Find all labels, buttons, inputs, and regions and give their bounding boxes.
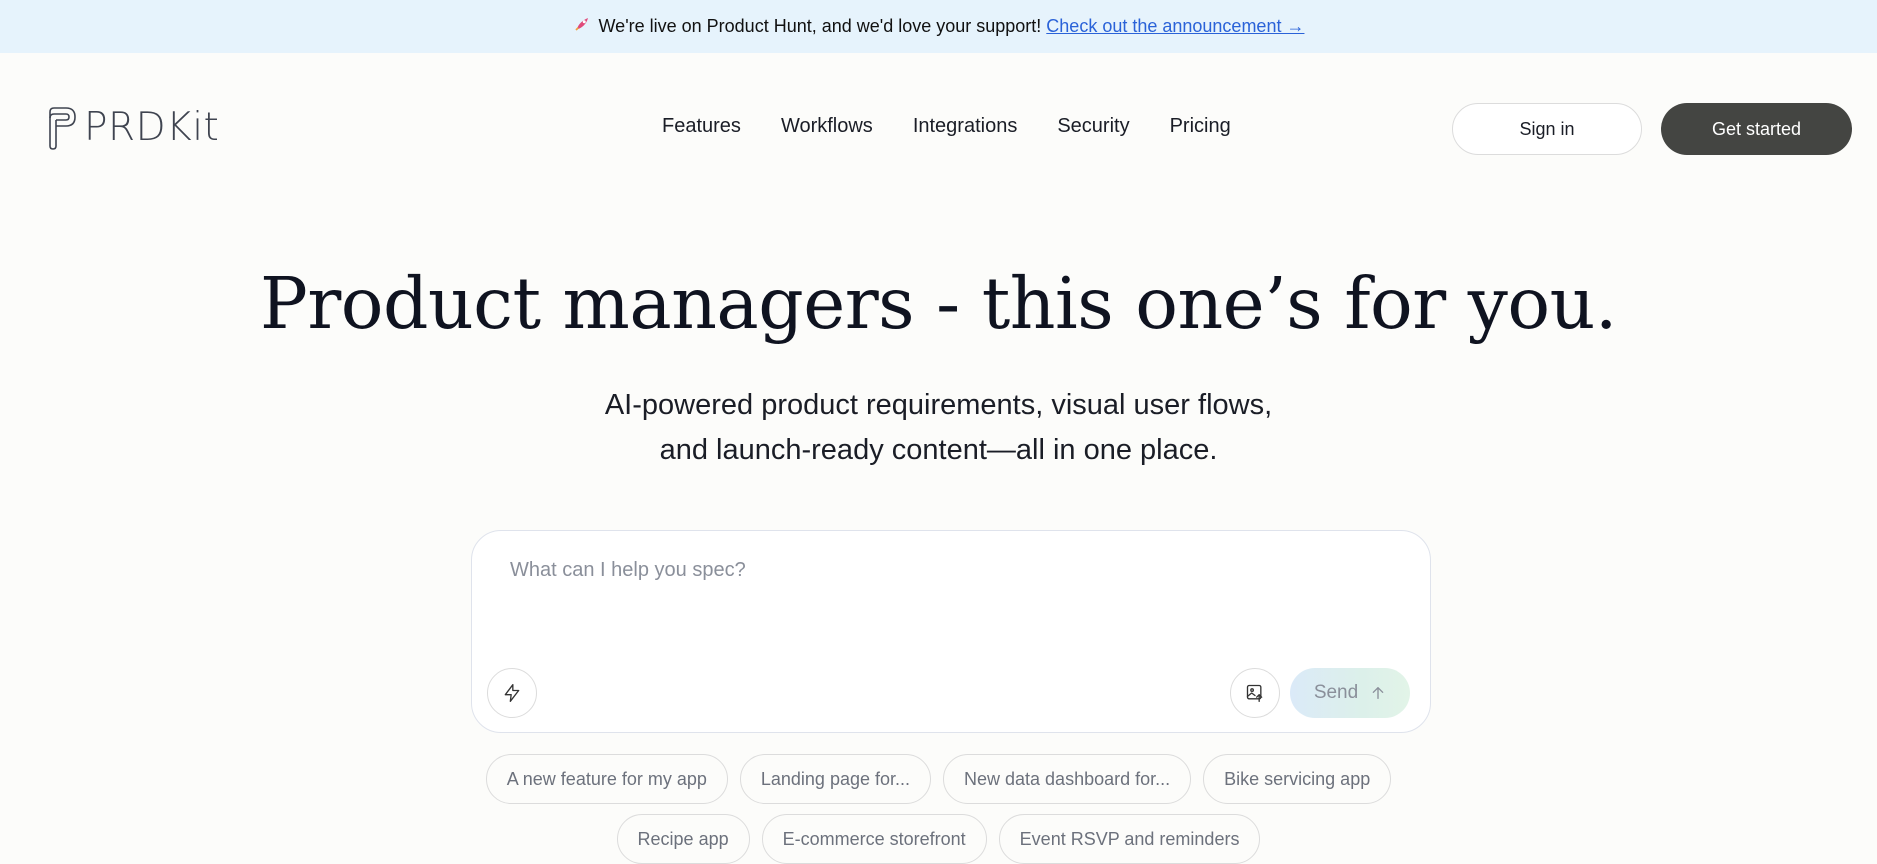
nav-link-workflows[interactable]: Workflows <box>781 115 873 138</box>
top-nav: PRDKit Features Workflows Integrations S… <box>0 53 1877 203</box>
send-button[interactable]: Send <box>1290 668 1410 718</box>
suggestion-chip[interactable]: A new feature for my app <box>485 754 728 804</box>
nav-link-pricing[interactable]: Pricing <box>1170 115 1231 138</box>
hero-subtitle-line-1: AI-powered product requirements, visual … <box>604 389 1273 421</box>
hero-subtitle: AI-powered product requirements, visual … <box>0 383 1877 473</box>
lightning-icon <box>504 684 520 702</box>
announcement-banner: We're live on Product Hunt, and we'd lov… <box>0 0 1877 53</box>
hero-title: Product managers - this one’s for you. <box>260 262 1617 345</box>
rocket-icon <box>573 15 591 38</box>
logo[interactable]: PRDKit <box>48 105 219 150</box>
suggestion-chip[interactable]: Recipe app <box>616 814 750 864</box>
suggestion-chip[interactable]: E-commerce storefront <box>761 814 987 864</box>
logo-text: PRDKit <box>84 105 220 150</box>
arrow-up-icon <box>1372 687 1384 699</box>
prompt-box: What can I help you spec? Send <box>471 530 1431 733</box>
suggestion-chip[interactable]: New data dashboard for... <box>943 754 1192 804</box>
nav-link-integrations[interactable]: Integrations <box>913 115 1018 138</box>
suggestion-chip[interactable]: Bike servicing app <box>1203 754 1392 804</box>
suggestion-row-2: Recipe app E-commerce storefront Event R… <box>0 814 1877 864</box>
sign-in-button[interactable]: Sign in <box>1452 103 1642 155</box>
nav-links: Features Workflows Integrations Security… <box>662 115 1231 138</box>
image-upload-icon <box>1246 684 1263 702</box>
get-started-button[interactable]: Get started <box>1661 103 1852 155</box>
announcement-link[interactable]: Check out the announcement → <box>1046 16 1304 37</box>
prompt-input[interactable]: What can I help you spec? <box>510 559 1390 582</box>
suggestion-chip[interactable]: Event RSVP and reminders <box>998 814 1261 864</box>
suggestion-chip[interactable]: Landing page for... <box>739 754 931 804</box>
logo-mark-icon <box>49 106 76 150</box>
image-upload-button[interactable] <box>1230 668 1280 718</box>
hero-subtitle-line-2: and launch-ready content—all in one plac… <box>659 434 1218 466</box>
send-label: Send <box>1313 682 1359 703</box>
nav-link-security[interactable]: Security <box>1057 115 1129 138</box>
banner-text: We're live on Product Hunt, and we'd lov… <box>598 16 1042 36</box>
lightning-button[interactable] <box>487 668 537 718</box>
suggestion-chips: A new feature for my app Landing page fo… <box>0 754 1877 864</box>
suggestion-row-1: A new feature for my app Landing page fo… <box>0 754 1877 804</box>
nav-link-features[interactable]: Features <box>662 115 741 138</box>
